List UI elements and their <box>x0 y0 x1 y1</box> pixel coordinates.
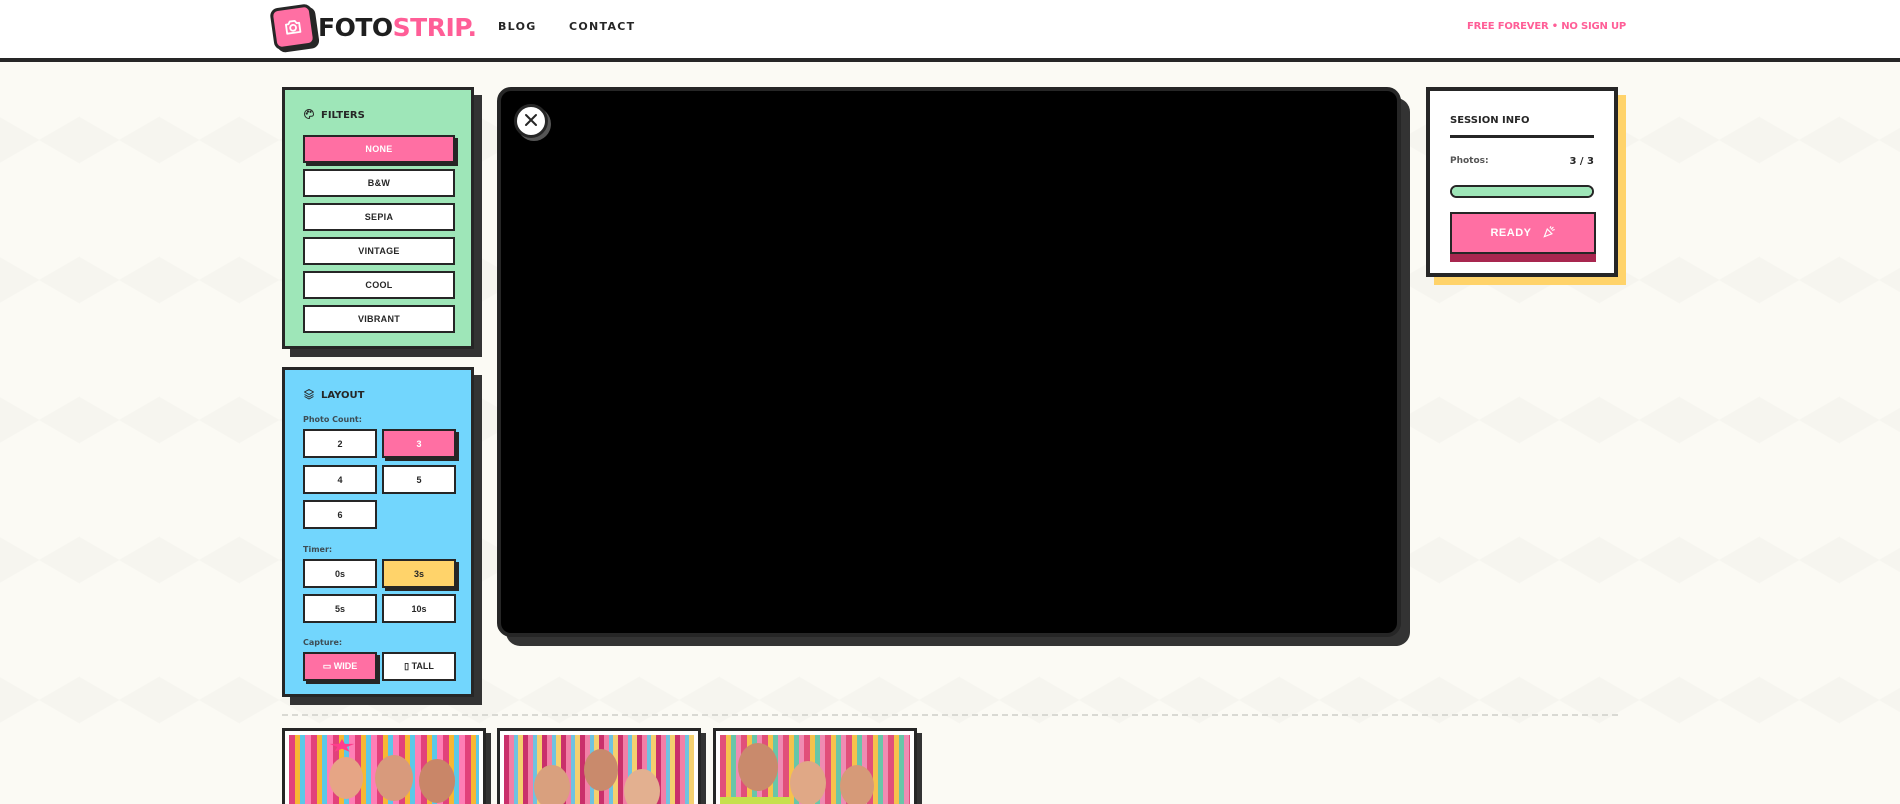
close-camera-button[interactable] <box>514 104 548 138</box>
ready-button[interactable]: READY <box>1450 212 1596 254</box>
photos-count: 3 / 3 <box>1569 156 1594 167</box>
brand-name-part1: FOTO <box>318 12 393 42</box>
filters-heading: FILTERS <box>303 108 365 123</box>
session-divider <box>1450 135 1594 138</box>
site-header: FOTOSTRIP. BLOG CONTACT FREE FOREVER • N… <box>0 0 1900 62</box>
strip-photo <box>720 735 910 804</box>
camera-icon <box>269 3 317 51</box>
filter-sepia-button[interactable]: SEPIA <box>303 203 455 231</box>
nav-blog-link[interactable]: BLOG <box>498 20 537 33</box>
timer-10s-button[interactable]: 10s <box>382 594 456 623</box>
close-icon <box>524 113 538 130</box>
nav-contact-link[interactable]: CONTACT <box>569 20 635 33</box>
photo-strip-1[interactable] <box>282 728 486 804</box>
photo-count-5-button[interactable]: 5 <box>382 465 456 494</box>
timer-0s-button[interactable]: 0s <box>303 559 377 588</box>
photo-strip-2[interactable] <box>497 728 701 804</box>
layout-heading: LAYOUT <box>303 388 364 403</box>
filter-cool-button[interactable]: COOL <box>303 271 455 299</box>
timer-label: Timer: <box>303 545 333 554</box>
filters-panel: FILTERS NONE B&W SEPIA VINTAGE COOL VIBR… <box>282 87 474 349</box>
party-popper-icon <box>1542 225 1556 242</box>
photo-strip-3[interactable] <box>713 728 917 804</box>
ready-button-label: READY <box>1490 227 1532 239</box>
photo-count-label: Photo Count: <box>303 415 362 424</box>
photo-count-4-button[interactable]: 4 <box>303 465 377 494</box>
capture-wide-button[interactable]: ▭ WIDE <box>303 652 377 681</box>
layout-title: LAYOUT <box>321 390 365 401</box>
session-info-title: SESSION INFO <box>1450 115 1530 126</box>
photo-count-2-button[interactable]: 2 <box>303 429 377 458</box>
tagline: FREE FOREVER • NO SIGN UP <box>1467 21 1626 32</box>
filter-vibrant-button[interactable]: VIBRANT <box>303 305 455 333</box>
photo-count-3-button[interactable]: 3 <box>382 429 456 458</box>
session-info-panel: SESSION INFO Photos: 3 / 3 READY <box>1426 87 1618 277</box>
layout-panel: LAYOUT Photo Count: 2 3 4 5 6 Timer: 0s … <box>282 367 474 697</box>
brand-name-part2: STRIP. <box>392 12 477 42</box>
palette-icon <box>303 108 315 123</box>
photo-count-6-button[interactable]: 6 <box>303 500 377 529</box>
capture-tall-button[interactable]: ▯ TALL <box>382 652 456 681</box>
strip-photo <box>289 735 479 804</box>
brand-name: FOTOSTRIP. <box>318 12 477 42</box>
photos-label: Photos: <box>1450 156 1489 166</box>
capture-label: Capture: <box>303 638 343 647</box>
strip-photo <box>504 735 694 804</box>
photos-progress-bar <box>1450 185 1594 198</box>
filter-none-button[interactable]: NONE <box>303 135 455 163</box>
layers-icon <box>303 388 315 403</box>
photos-progress-fill <box>1452 187 1592 196</box>
camera-preview <box>497 87 1401 637</box>
filter-vintage-button[interactable]: VINTAGE <box>303 237 455 265</box>
timer-3s-button[interactable]: 3s <box>382 559 456 588</box>
timer-5s-button[interactable]: 5s <box>303 594 377 623</box>
filter-bw-button[interactable]: B&W <box>303 169 455 197</box>
brand-logo[interactable]: FOTOSTRIP. <box>269 3 477 51</box>
gallery-divider <box>282 714 1618 716</box>
filters-title: FILTERS <box>321 110 365 121</box>
